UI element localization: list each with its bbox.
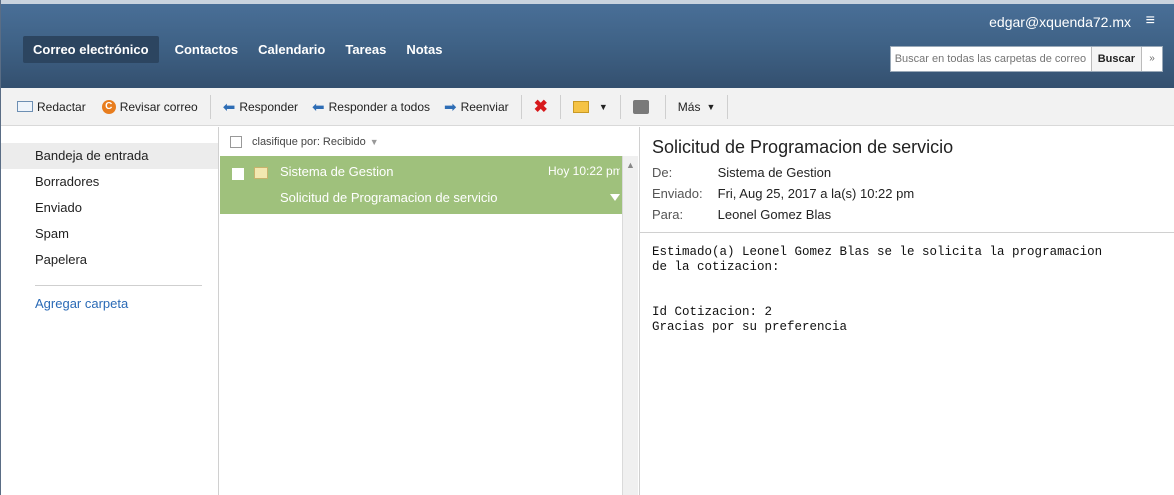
- message-sender: Sistema de Gestion: [280, 164, 394, 179]
- header-divider: [640, 232, 1174, 233]
- user-email[interactable]: edgar@xquenda72.mx: [989, 14, 1131, 30]
- message-row[interactable]: Sistema de Gestion Hoy 10:22 pm Solicitu…: [220, 156, 622, 214]
- chevron-down-icon: ▼: [706, 101, 716, 112]
- folder-pane: Bandeja de entrada Borradores Enviado Sp…: [1, 127, 219, 495]
- open-envelope-icon: [254, 167, 268, 179]
- compose-button[interactable]: Redactar: [13, 100, 90, 114]
- folder-divider: [35, 285, 202, 286]
- add-folder-link[interactable]: Agregar carpeta: [1, 296, 218, 311]
- forward-icon: ➡: [444, 98, 457, 116]
- message-time: Hoy 10:22 pm: [548, 164, 620, 178]
- select-all-checkbox[interactable]: [230, 135, 242, 148]
- sent-row: Enviado: Fri, Aug 25, 2017 a la(s) 10:22…: [652, 186, 914, 201]
- reply-label: Responder: [239, 99, 299, 114]
- header: Correo electrónico Contactos Calendario …: [1, 0, 1174, 88]
- chevron-down-icon[interactable]: ▼: [370, 137, 379, 147]
- from-row: De: Sistema de Gestion: [652, 165, 831, 180]
- forward-button[interactable]: ➡ Reenviar: [440, 98, 513, 116]
- folder-trash[interactable]: Papelera: [1, 247, 218, 273]
- print-button[interactable]: [629, 99, 657, 114]
- flag-icon[interactable]: [610, 194, 620, 201]
- reply-icon: ⬅: [222, 98, 236, 116]
- message-subject: Solicitud de Programacion de servicio: [280, 190, 498, 205]
- delete-button[interactable]: ✖: [530, 97, 552, 117]
- toolbar: Redactar C Revisar correo ⬅ Responder ⬅ …: [1, 88, 1174, 126]
- check-mail-button[interactable]: C Revisar correo: [98, 99, 202, 114]
- message-list: clasifique por: Recibido ▼ Sistema de Ge…: [220, 127, 622, 495]
- sort-dropdown[interactable]: clasifique por: Recibido: [252, 136, 366, 148]
- folder-inbox[interactable]: Bandeja de entrada: [1, 143, 218, 169]
- from-label: De:: [652, 165, 673, 180]
- scroll-up-icon[interactable]: ▲: [626, 160, 635, 170]
- compose-label: Redactar: [37, 99, 86, 114]
- printer-icon: [632, 99, 649, 114]
- folder-drafts[interactable]: Borradores: [1, 169, 218, 195]
- folder-spam[interactable]: Spam: [1, 221, 218, 247]
- envelope-icon: [17, 101, 33, 112]
- mail-body: Estimado(a) Leonel Gomez Blas se le soli…: [652, 245, 1103, 334]
- header-topline: [1, 0, 1174, 4]
- nav-mail[interactable]: Correo electrónico: [23, 36, 159, 63]
- toolbar-separator: [664, 94, 666, 119]
- main-nav: Correo electrónico Contactos Calendario …: [23, 36, 454, 63]
- to-label: Para:: [652, 207, 684, 222]
- search-box: Buscar »: [889, 46, 1163, 72]
- folder-sent[interactable]: Enviado: [1, 195, 218, 221]
- nav-calendar[interactable]: Calendario: [250, 36, 333, 63]
- delete-x-icon: ✖: [533, 96, 548, 116]
- mail-subject-title: Solicitud de Programacion de servicio: [652, 137, 954, 157]
- sent-value: Fri, Aug 25, 2017 a la(s) 10:22 pm: [717, 186, 915, 201]
- toolbar-separator: [619, 94, 621, 119]
- toolbar-separator: [727, 94, 729, 119]
- mail-app: Correo electrónico Contactos Calendario …: [0, 0, 1174, 495]
- to-row: Para: Leonel Gomez Blas: [652, 207, 831, 222]
- to-value: Leonel Gomez Blas: [717, 207, 832, 222]
- nav-tasks[interactable]: Tareas: [337, 36, 394, 63]
- check-mail-label: Revisar correo: [119, 99, 198, 114]
- folder-icon: [572, 100, 589, 113]
- reading-pane: Solicitud de Programacion de servicio De…: [639, 127, 1174, 495]
- toolbar-separator: [520, 94, 522, 119]
- from-value: Sistema de Gestion: [717, 165, 832, 180]
- toolbar-separator: [559, 94, 561, 119]
- message-checkbox[interactable]: [232, 168, 244, 180]
- search-options-chevron-icon[interactable]: »: [1142, 47, 1162, 71]
- toolbar-separator: [209, 94, 211, 119]
- chevron-down-icon: ▼: [598, 101, 608, 112]
- reply-button[interactable]: ⬅ Responder: [219, 98, 302, 116]
- hamburger-menu-icon[interactable]: ≡: [1146, 12, 1155, 30]
- more-label: Más: [677, 99, 701, 114]
- message-list-scrollbar[interactable]: ▲: [622, 156, 638, 495]
- forward-label: Reenviar: [460, 99, 509, 114]
- search-input[interactable]: [890, 47, 1091, 71]
- sent-label: Enviado:: [652, 186, 703, 201]
- search-button[interactable]: Buscar: [1090, 47, 1142, 71]
- sort-bar: clasifique por: Recibido ▼: [220, 127, 622, 156]
- reply-all-label: Responder a todos: [328, 99, 431, 114]
- more-button[interactable]: Más ▼: [674, 100, 720, 114]
- nav-notes[interactable]: Notas: [398, 36, 450, 63]
- nav-contacts[interactable]: Contactos: [167, 36, 247, 63]
- refresh-icon: C: [101, 99, 116, 114]
- move-to-folder-button[interactable]: ▼: [569, 100, 612, 113]
- reply-all-button[interactable]: ⬅ Responder a todos: [308, 98, 434, 116]
- reply-all-icon: ⬅: [312, 98, 325, 116]
